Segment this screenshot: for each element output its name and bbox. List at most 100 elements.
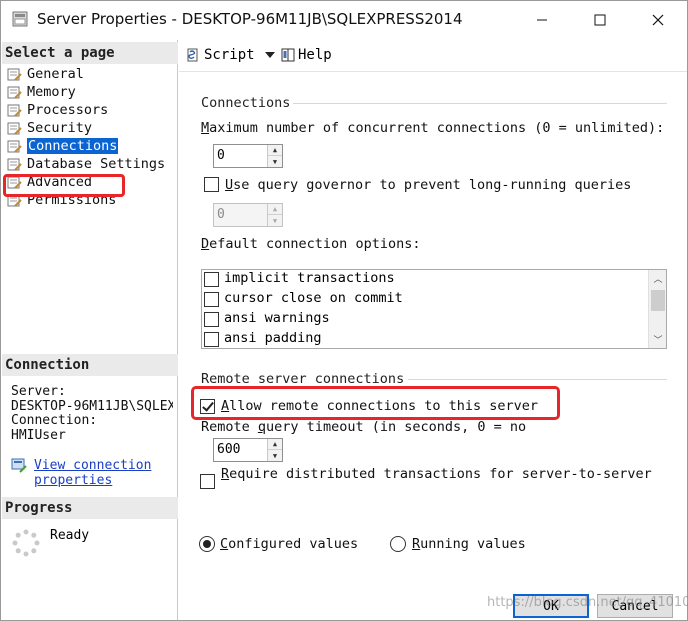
page-item-database-settings[interactable]: Database Settings (6, 156, 165, 174)
view-link-line2[interactable]: properties (34, 473, 151, 488)
spin-down-button[interactable]: ▼ (268, 450, 282, 461)
options-scrollbar[interactable]: ︿ ﹀ (648, 270, 666, 348)
page-item-label: General (27, 66, 84, 82)
spin-down-button[interactable]: ▼ (268, 215, 282, 226)
script-icon (187, 48, 198, 62)
page-item-label: Processors (27, 102, 109, 118)
running-values-label[interactable]: Running values (412, 536, 526, 552)
spin-down-button[interactable]: ▼ (268, 156, 282, 167)
script-button[interactable]: Script (185, 47, 276, 63)
page-item-connections[interactable]: Connections (6, 138, 165, 156)
page-item-label: Memory (27, 84, 76, 100)
running-values-radio[interactable] (390, 536, 406, 552)
option-checkbox[interactable] (204, 292, 219, 307)
script-label: Script (204, 47, 255, 63)
view-link-line1[interactable]: View connection (34, 458, 151, 473)
cancel-button[interactable]: Cancel (597, 594, 673, 618)
list-item[interactable]: implicit transactions (202, 270, 647, 290)
use-query-governor-label: Use query governor to prevent long-runni… (225, 177, 632, 193)
page-wrench-icon (7, 104, 22, 117)
connection-header: Connection (2, 354, 178, 376)
default-options-list[interactable]: implicit transactions cursor close on co… (201, 269, 667, 349)
help-book-icon (281, 48, 295, 62)
page-wrench-icon (7, 176, 22, 189)
page-item-general[interactable]: General (6, 66, 165, 84)
connection-value: HMIUser (11, 428, 66, 443)
use-query-governor-checkbox[interactable] (204, 177, 219, 192)
page-item-security[interactable]: Security (6, 120, 165, 138)
scroll-down-icon[interactable]: ﹀ (652, 333, 664, 346)
page-wrench-icon (7, 140, 22, 153)
page-item-label: Connections (27, 138, 119, 154)
page-item-label: Permissions (27, 192, 117, 208)
close-button[interactable] (635, 1, 681, 39)
option-label: ansi padding (224, 330, 322, 346)
remote-group-label: Remote server connections (201, 371, 405, 387)
progress-spinner-icon (12, 529, 40, 557)
page-item-memory[interactable]: Memory (6, 84, 165, 102)
page-list: General Memory Processors Security Conne… (6, 66, 165, 210)
require-distributed-transactions-checkbox[interactable] (200, 474, 215, 489)
server-value: DESKTOP-96M11JB\SQLEXPRESS2014 (11, 399, 173, 414)
select-page-header: Select a page (2, 42, 178, 64)
ok-button[interactable]: OK (513, 594, 589, 618)
title-bar: Server Properties - DESKTOP-96M11JB\SQLE… (1, 1, 687, 39)
window-title: Server Properties - DESKTOP-96M11JB\SQLE… (37, 10, 463, 28)
option-checkbox[interactable] (204, 312, 219, 327)
connections-page: Connections Maximum number of concurrent… (193, 81, 673, 581)
help-label: Help (298, 47, 332, 63)
maximize-icon (594, 14, 606, 26)
group-divider (293, 103, 667, 104)
connection-info: Server: DESKTOP-96M11JB\SQLEXPRESS2014 C… (11, 385, 173, 443)
configured-values-radio[interactable] (199, 536, 215, 552)
page-item-label: Advanced (27, 174, 93, 190)
server-properties-icon (12, 11, 28, 27)
progress-header: Progress (2, 497, 178, 519)
remote-query-timeout-value[interactable]: 600 (217, 442, 240, 457)
group-divider (408, 379, 667, 380)
toolbar: Script Help (179, 40, 687, 72)
max-connections-value[interactable]: 0 (217, 148, 225, 163)
spin-up-button[interactable]: ▲ (268, 204, 282, 215)
list-item[interactable]: ansi padding (202, 330, 647, 348)
minimize-button[interactable] (519, 1, 565, 39)
page-wrench-icon (7, 194, 22, 207)
chevron-down-icon[interactable] (264, 50, 276, 60)
allow-remote-connections-checkbox[interactable] (200, 399, 215, 414)
spin-up-button[interactable]: ▲ (268, 145, 282, 156)
connections-group-label: Connections (201, 95, 291, 111)
query-governor-stepper[interactable]: 0 ▲ ▼ (213, 203, 283, 227)
server-label: Server: (11, 385, 66, 399)
option-checkbox[interactable] (204, 332, 219, 347)
progress-status: Ready (50, 528, 90, 543)
properties-icon (11, 458, 27, 473)
default-options-label: Default connection options: (201, 236, 421, 252)
page-wrench-icon (7, 158, 22, 171)
page-item-advanced[interactable]: Advanced (6, 174, 165, 192)
allow-remote-connections-label: Allow remote connections to this server (221, 398, 538, 414)
progress-area: Ready (11, 528, 89, 562)
list-item[interactable]: cursor close on commit (202, 290, 647, 310)
left-pane: Select a page General Memory Processors … (2, 40, 178, 620)
remote-query-timeout-stepper[interactable]: 600 ▲ ▼ (213, 438, 283, 462)
configured-values-label[interactable]: Configured values (220, 536, 358, 552)
max-connections-stepper[interactable]: 0 ▲ ▼ (213, 144, 283, 168)
server-properties-dialog: Server Properties - DESKTOP-96M11JB\SQLE… (0, 0, 688, 621)
maximize-button[interactable] (577, 1, 623, 39)
page-wrench-icon (7, 122, 22, 135)
connection-label: Connection: (11, 414, 98, 428)
page-wrench-icon (7, 86, 22, 99)
list-item[interactable]: ansi warnings (202, 310, 647, 330)
help-button[interactable]: Help (280, 47, 332, 63)
page-wrench-icon (7, 68, 22, 81)
page-item-label: Database Settings (27, 156, 166, 172)
scrollbar-thumb[interactable] (651, 290, 665, 311)
spin-up-button[interactable]: ▲ (268, 439, 282, 450)
page-item-permissions[interactable]: Permissions (6, 192, 165, 210)
option-label: ansi warnings (224, 310, 330, 326)
option-checkbox[interactable] (204, 272, 219, 287)
minimize-icon (537, 19, 547, 21)
query-governor-value[interactable]: 0 (217, 207, 225, 222)
page-item-processors[interactable]: Processors (6, 102, 165, 120)
scroll-up-icon[interactable]: ︿ (652, 272, 664, 285)
